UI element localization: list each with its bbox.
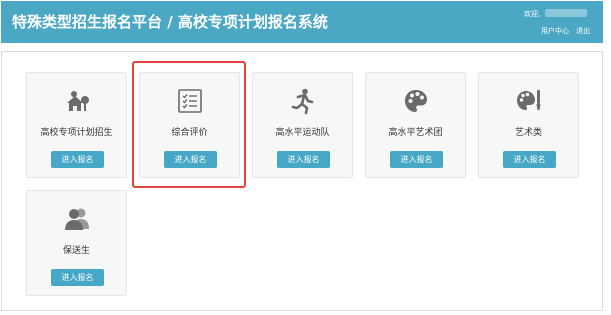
username-redacted bbox=[545, 9, 587, 17]
enter-registration-button[interactable]: 进入报名 bbox=[390, 151, 443, 168]
card-recommended-admission: 保送生 进入报名 bbox=[26, 190, 127, 296]
enter-registration-button[interactable]: 进入报名 bbox=[51, 151, 104, 168]
house-tree-icon bbox=[67, 91, 89, 111]
user-center-link[interactable]: 用户中心 bbox=[541, 27, 569, 35]
card-label: 保送生 bbox=[62, 246, 90, 256]
enter-registration-button[interactable]: 进入报名 bbox=[277, 151, 330, 168]
card-label: 艺术类 bbox=[514, 128, 542, 138]
user-links: 用户中心 退出 bbox=[541, 26, 595, 36]
palette-icon bbox=[405, 90, 427, 112]
welcome-text: 欢迎, bbox=[524, 10, 541, 18]
page-title: 特殊类型招生报名平台 / 高校专项计划报名系统 bbox=[12, 13, 328, 31]
card-arts-category: 艺术类 进入报名 bbox=[478, 72, 579, 178]
runner-icon bbox=[291, 88, 314, 115]
palette-brush-icon bbox=[517, 90, 541, 110]
card-sports-team: 高水平运动队 进入报名 bbox=[252, 72, 353, 178]
enter-registration-button[interactable]: 进入报名 bbox=[503, 151, 556, 168]
card-special-plan: 高校专项计划招生 进入报名 bbox=[26, 72, 127, 178]
enter-registration-button[interactable]: 进入报名 bbox=[51, 269, 104, 286]
logout-link[interactable]: 退出 bbox=[576, 27, 590, 35]
card-art-troupe: 高水平艺术团 进入报名 bbox=[365, 72, 466, 178]
header-bar: 特殊类型招生报名平台 / 高校专项计划报名系统 欢迎, 用户中心 退出 bbox=[1, 1, 603, 43]
card-label: 高水平运动队 bbox=[275, 128, 330, 138]
card-label: 高水平艺术团 bbox=[388, 128, 443, 138]
selection-highlight bbox=[132, 61, 246, 188]
card-label: 高校专项计划招生 bbox=[40, 128, 113, 138]
users-icon bbox=[65, 208, 89, 230]
